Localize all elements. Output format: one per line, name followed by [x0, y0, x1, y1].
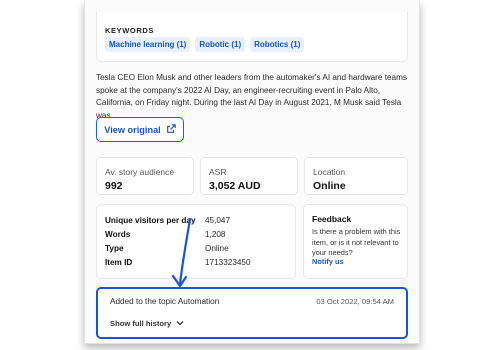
detail-key: Unique visitors per day: [105, 216, 196, 225]
stat-value: 3,052 AUD: [209, 180, 261, 192]
stat-label: Location: [313, 167, 346, 177]
detail-value: 45,047: [205, 216, 231, 225]
keywords-card: KEYWORDS Machine learning (1) Robotic (1…: [96, 12, 408, 62]
detail-row-type: Type Online: [105, 244, 229, 253]
detail-key: Item ID: [105, 258, 133, 267]
detail-value: 1,208: [205, 230, 226, 239]
keyword-tag-robotics[interactable]: Robotics (1): [250, 37, 305, 52]
history-entry-text: Added to the topic Automation: [110, 297, 220, 306]
details-card: Unique visitors per day 45,047 Words 1,2…: [96, 204, 296, 279]
keyword-tag-machine-learning[interactable]: Machine learning (1): [105, 37, 191, 52]
stat-label: Av. story audience: [105, 167, 175, 177]
history-entry-date: 03 Oct 2022, 09:54 AM: [316, 297, 394, 306]
article-excerpt: Tesla CEO Elon Musk and other leaders fr…: [96, 73, 408, 120]
detail-key: Words: [105, 230, 131, 239]
stat-card-location: Location Online: [304, 157, 408, 195]
detail-row-item-id: Item ID 1713323450: [105, 258, 251, 267]
detail-value: Online: [205, 244, 229, 253]
detail-key: Type: [105, 244, 124, 253]
view-original-label: View original: [104, 124, 161, 135]
show-full-history-button[interactable]: Show full history: [110, 319, 184, 328]
keyword-tag-robotic[interactable]: Robotic (1): [195, 37, 246, 52]
article-detail-panel: KEYWORDS Machine learning (1) Robotic (1…: [84, 0, 420, 344]
notify-us-link[interactable]: Notify us: [312, 257, 344, 266]
keywords-title: KEYWORDS: [105, 26, 154, 35]
view-original-button[interactable]: View original: [96, 117, 184, 142]
show-full-history-label: Show full history: [110, 319, 172, 328]
external-link-icon: [166, 123, 176, 136]
stat-card-asr: ASR 3,052 AUD: [200, 157, 298, 195]
stat-value: 992: [105, 180, 123, 192]
detail-value: 1713323450: [205, 258, 251, 267]
feedback-text: Is there a problem with this item, or is…: [312, 227, 401, 257]
detail-row-words: Words 1,208: [105, 230, 226, 239]
stat-value: Online: [313, 180, 346, 192]
chevron-down-icon: [176, 319, 184, 328]
stat-card-audience: Av. story audience 992: [96, 157, 194, 195]
keyword-tags: Machine learning (1) Robotic (1) Robotic…: [105, 37, 305, 52]
feedback-card: Feedback Is there a problem with this it…: [303, 204, 408, 279]
stat-label: ASR: [209, 167, 227, 177]
feedback-title: Feedback: [312, 214, 352, 224]
detail-row-visitors: Unique visitors per day 45,047: [105, 216, 230, 225]
history-card: Added to the topic Automation 03 Oct 202…: [96, 287, 408, 339]
